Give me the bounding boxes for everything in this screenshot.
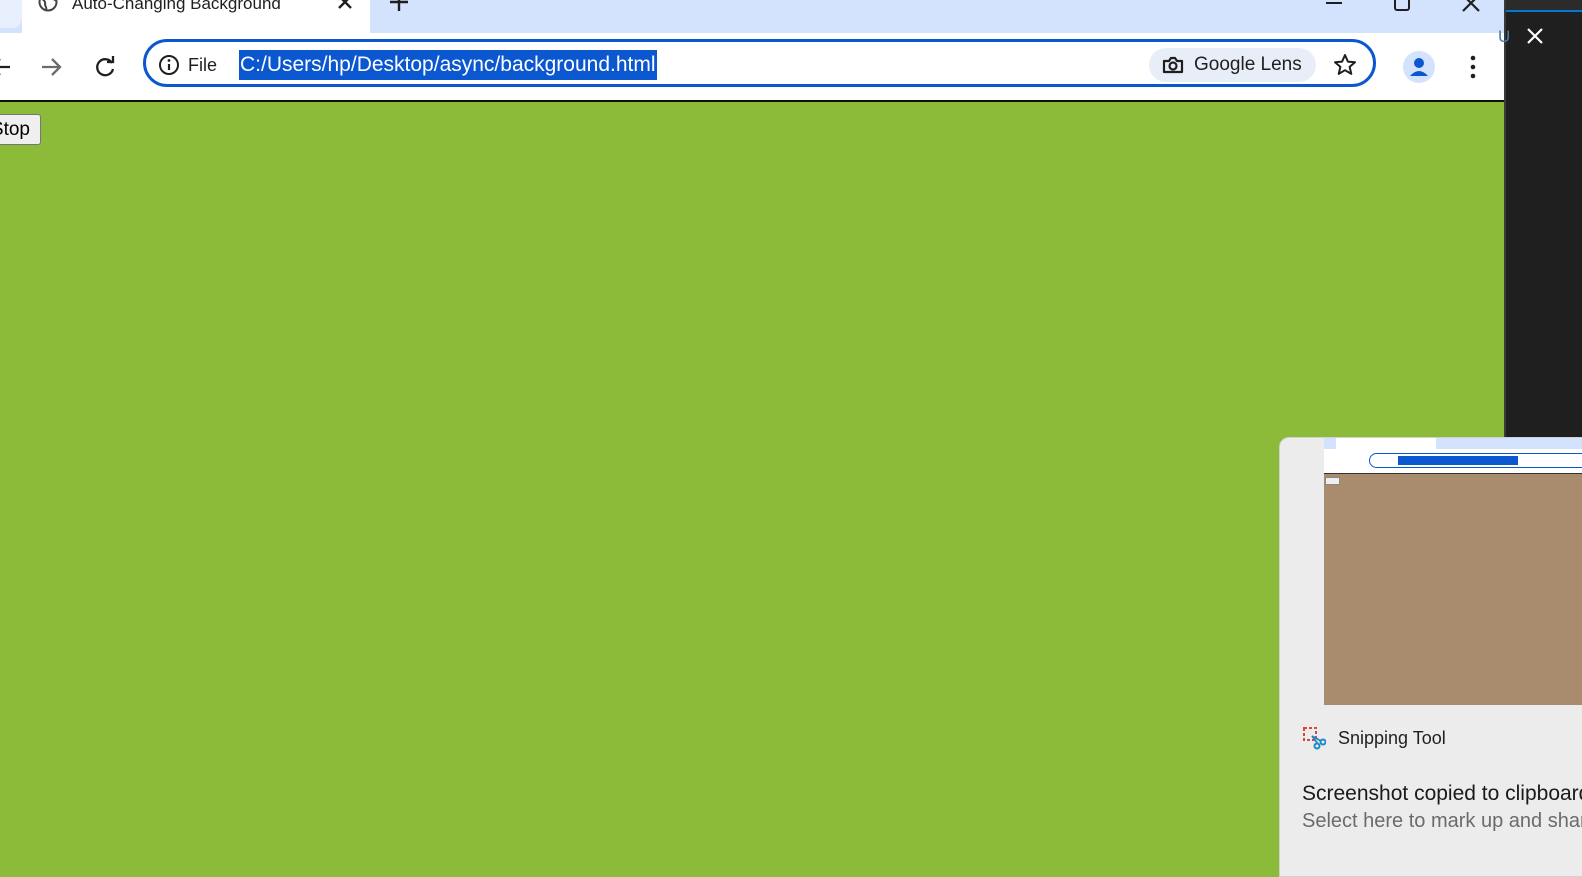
site-info-label: File [188,54,218,75]
thumbnail-toolbar [1324,449,1582,474]
forward-arrow-icon[interactable] [38,54,64,80]
stop-button[interactable]: Stop [0,114,41,145]
person-icon [1410,58,1428,76]
notification-title: Screenshot copied to clipboard [1302,782,1582,805]
background-app-titlebar [1506,0,1582,12]
tab-strip: Auto-Changing Background [0,0,1504,33]
minimize-icon[interactable] [1323,0,1345,14]
thumbnail-url [1398,456,1518,465]
close-icon[interactable] [1460,0,1482,14]
reload-icon[interactable] [92,54,118,80]
back-arrow-icon[interactable] [0,54,14,80]
tab-active[interactable]: Auto-Changing Background [22,0,370,33]
previous-tab-edge[interactable] [0,0,22,28]
notification-app-name: Snipping Tool [1338,727,1446,748]
star-icon[interactable] [1332,52,1358,78]
notification-body: Select here to mark up and share [1302,810,1582,832]
tab-title: Auto-Changing Background [72,0,281,13]
google-lens-button[interactable]: Google Lens [1149,48,1316,82]
restore-icon[interactable] [1391,0,1413,14]
globe-icon [38,0,58,12]
thumbnail-tab [1336,438,1436,449]
camera-search-icon [1162,56,1184,74]
url-text[interactable]: C:/Users/hp/Desktop/async/background.htm… [239,50,657,80]
close-icon[interactable] [1524,25,1546,47]
snipping-tool-notification[interactable]: Snipping Tool Screenshot copied to clipb… [1279,437,1582,877]
notification-app-header: Snipping Tool [1302,726,1446,750]
info-icon [159,55,179,75]
thumbnail-stop-button [1325,477,1340,485]
screenshot-thumbnail [1324,438,1582,705]
browser-toolbar: File C:/Users/hp/Desktop/async/backgroun… [0,33,1504,102]
thumbnail-address-bar [1369,453,1582,468]
snipping-tool-icon [1303,727,1326,750]
kebab-menu-icon[interactable] [1460,53,1486,81]
google-lens-label: Google Lens [1194,54,1302,75]
plus-icon[interactable] [388,0,410,13]
background-app-label: U [1498,27,1511,46]
close-icon[interactable] [335,0,355,12]
address-bar[interactable]: File C:/Users/hp/Desktop/async/backgroun… [143,39,1376,87]
site-info-button[interactable]: File [158,52,217,78]
profile-button[interactable] [1403,51,1435,83]
